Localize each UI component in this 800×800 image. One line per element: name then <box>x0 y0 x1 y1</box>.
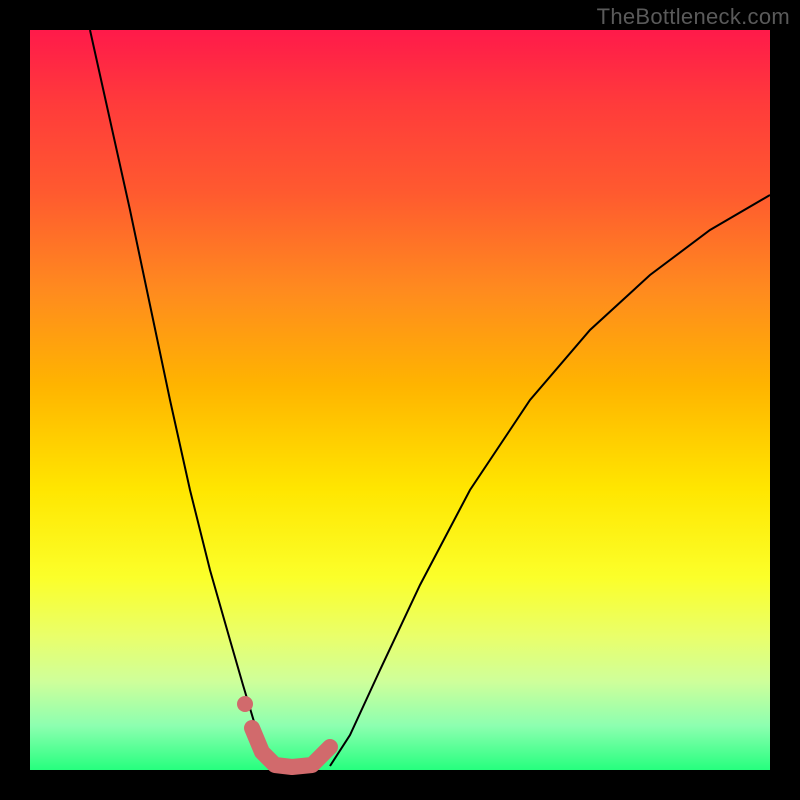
valley-highlight-segment <box>252 728 330 767</box>
bottleneck-curve <box>30 30 770 770</box>
valley-dot-left <box>237 696 253 712</box>
watermark-text: TheBottleneck.com <box>597 4 790 30</box>
chart-stage: TheBottleneck.com <box>0 0 800 800</box>
curve-right-branch <box>330 195 770 766</box>
curve-left-branch <box>90 30 275 766</box>
valley-dots <box>237 696 253 712</box>
plot-area <box>30 30 770 770</box>
